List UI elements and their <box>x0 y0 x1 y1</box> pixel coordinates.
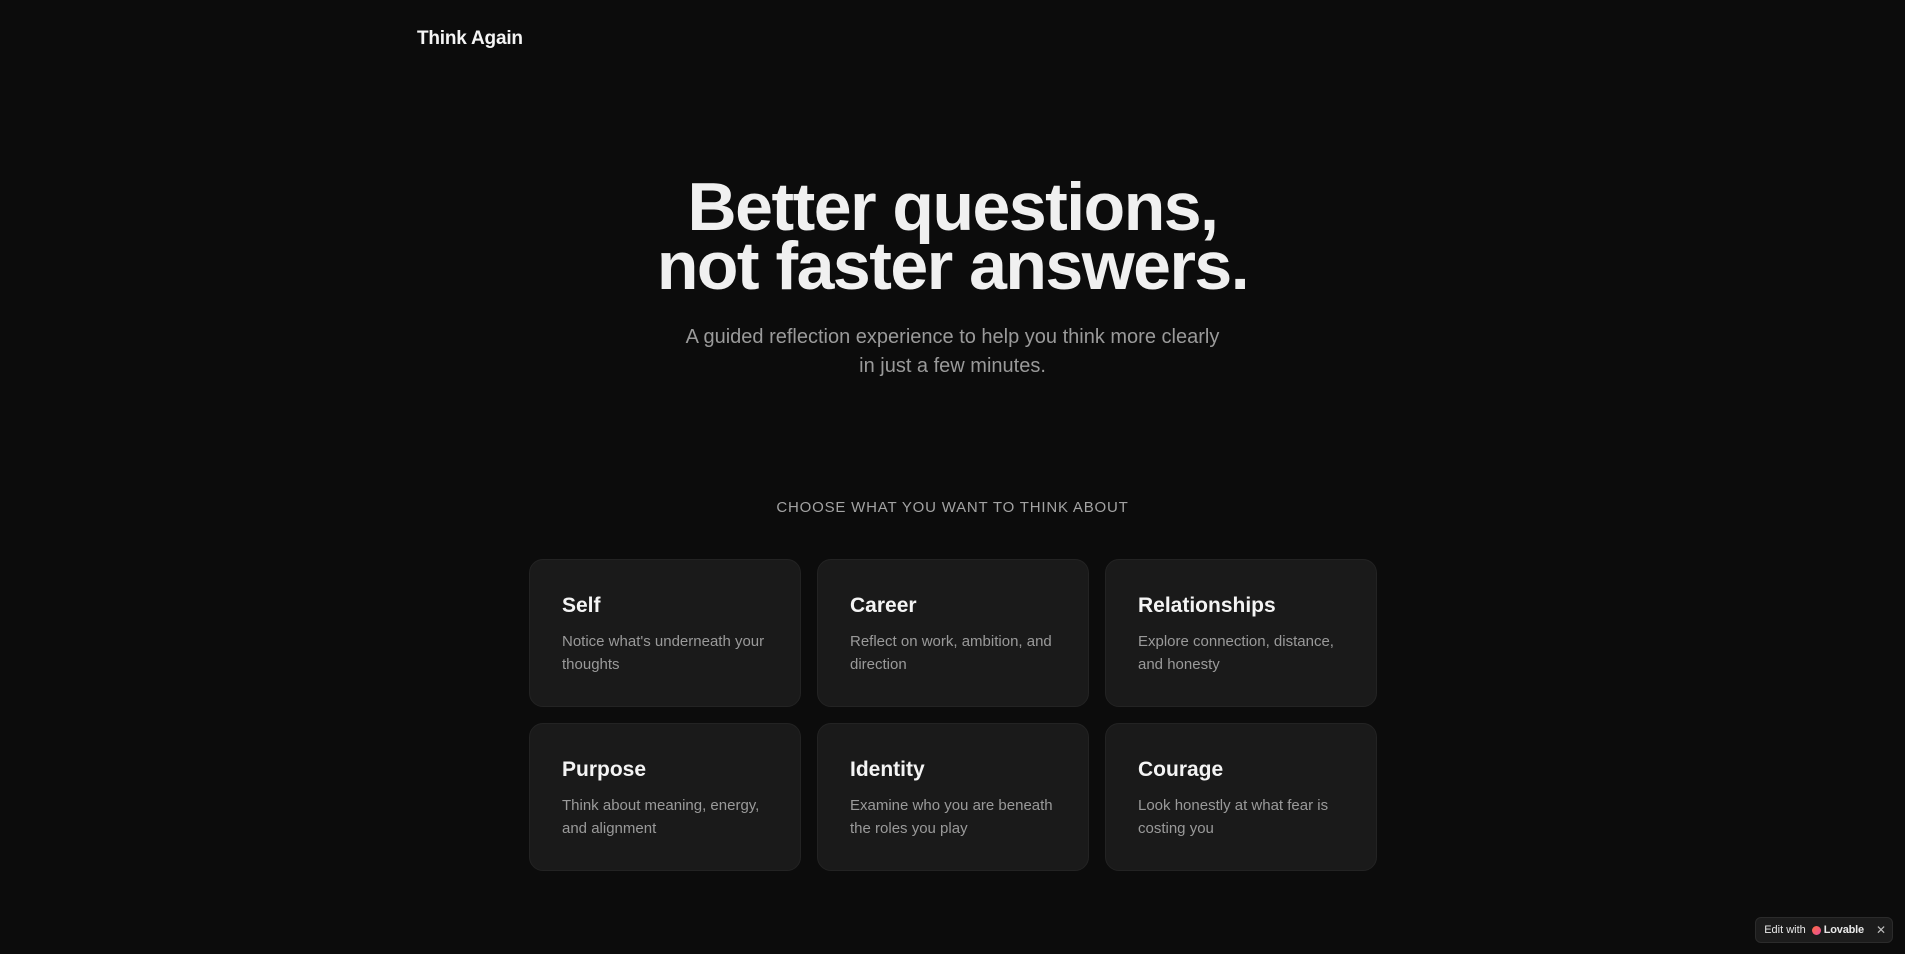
topic-grid: Self Notice what's underneath your thoug… <box>529 559 1377 871</box>
topic-description: Explore connection, distance, and honest… <box>1138 633 1334 673</box>
lovable-heart-icon <box>1811 925 1821 935</box>
topic-description: Examine who you are beneath the roles yo… <box>850 797 1053 837</box>
hero-title: Better questions, not faster answers. <box>0 173 1905 304</box>
topic-title: Identity <box>850 758 925 781</box>
topic-description: Reflect on work, ambition, and direction <box>850 633 1052 673</box>
page: Think Again Better questions, not faster… <box>0 0 1905 954</box>
topic-card-self[interactable]: Self Notice what's underneath your thoug… <box>529 559 801 707</box>
badge-edit-label: Edit with <box>1764 924 1806 936</box>
logo[interactable]: Think Again <box>417 28 523 50</box>
badge-brand: Lovable <box>1823 924 1864 936</box>
topics-label: CHOOSE WHAT YOU WANT TO THINK ABOUT <box>776 499 1129 516</box>
topic-title: Courage <box>1138 758 1224 781</box>
hero-subtitle: A guided reflection experience to help y… <box>685 326 1220 377</box>
edit-with-lovable-badge[interactable]: Edit with Lovable ✕ <box>1755 917 1893 943</box>
topic-card-identity[interactable]: Identity Examine who you are beneath the… <box>817 723 1089 871</box>
topic-title: Relationships <box>1138 594 1276 617</box>
topic-title: Self <box>562 594 601 617</box>
topic-card-purpose[interactable]: Purpose Think about meaning, energy, and… <box>529 723 801 871</box>
topic-card-career[interactable]: Career Reflect on work, ambition, and di… <box>817 559 1089 707</box>
hero-section: Better questions, not faster answers. A … <box>0 173 1905 381</box>
topic-description: Look honestly at what fear is costing yo… <box>1138 797 1329 837</box>
close-icon[interactable]: ✕ <box>1876 923 1886 937</box>
hero-title-line-2: not faster answers. <box>656 228 1250 304</box>
topic-card-relationships[interactable]: Relationships Explore connection, distan… <box>1105 559 1377 707</box>
topic-title: Career <box>850 594 917 617</box>
topic-title: Purpose <box>562 758 647 781</box>
topic-description: Think about meaning, energy, and alignme… <box>562 797 760 837</box>
topic-card-courage[interactable]: Courage Look honestly at what fear is co… <box>1105 723 1377 871</box>
topic-description: Notice what's underneath your thoughts <box>562 633 765 673</box>
